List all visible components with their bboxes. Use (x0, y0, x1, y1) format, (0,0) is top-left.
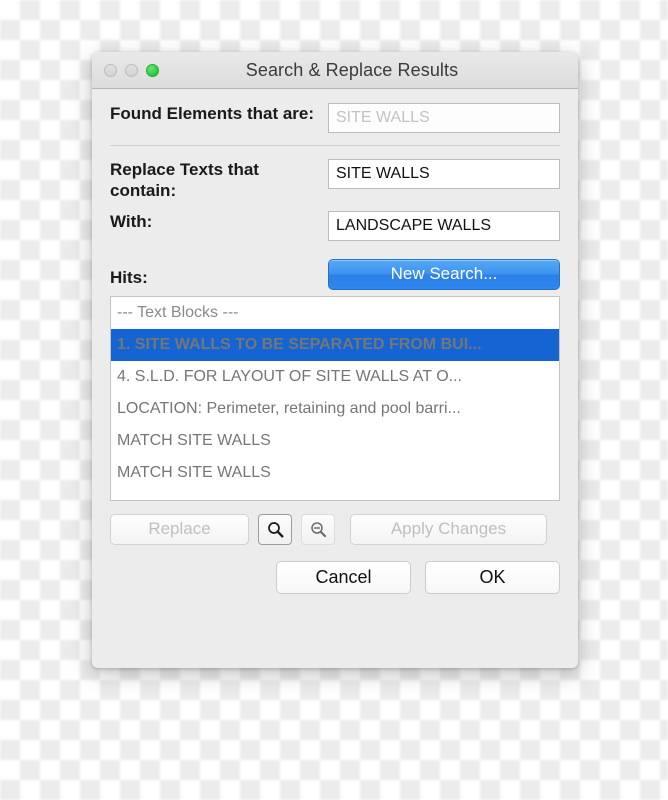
zoom-button-icon[interactable] (146, 63, 159, 77)
footer-button-bar: Cancel OK (110, 560, 560, 594)
found-elements-label: Found Elements that are: (110, 104, 315, 123)
window-title: Search & Replace Results (92, 60, 578, 81)
found-elements-input[interactable] (328, 103, 560, 133)
hits-list-header: --- Text Blocks --- (117, 303, 239, 321)
window-titlebar: Search & Replace Results (92, 52, 578, 89)
with-input[interactable] (328, 210, 560, 241)
field-spacer (110, 202, 560, 211)
window-title-text: Search & Replace Results (245, 59, 459, 80)
zoom-in-button[interactable] (258, 513, 292, 545)
found-elements-row: Found Elements that are: (110, 103, 560, 133)
with-label: With: (110, 211, 153, 231)
dialog-body: Found Elements that are: Replace Texts t… (92, 89, 578, 668)
hits-list-item[interactable]: MATCH SITE WALLS (111, 457, 559, 489)
replace-texts-input[interactable] (328, 159, 560, 189)
magnifier-icon (267, 521, 284, 538)
hits-list-item[interactable]: MATCH SITE WALLS (111, 425, 559, 457)
action-bar: Replace Apply Changes (110, 513, 560, 545)
apply-changes-button[interactable]: Apply Changes (350, 513, 547, 545)
new-search-button[interactable]: New Search... (328, 258, 560, 290)
replace-texts-row: Replace Texts that contain: (110, 159, 560, 202)
hits-list-item[interactable]: LOCATION: Perimeter, retaining and pool … (111, 393, 559, 425)
close-button-icon[interactable] (104, 63, 117, 77)
cancel-button[interactable]: Cancel (276, 560, 411, 594)
hits-list-item[interactable]: 4. S.L.D. FOR LAYOUT OF SITE WALLS AT O.… (111, 361, 559, 393)
magnifier-minus-icon (310, 521, 326, 537)
with-row: With: (110, 210, 560, 241)
section-divider (110, 145, 560, 146)
ok-button[interactable]: OK (425, 560, 560, 594)
replace-button[interactable]: Replace (110, 513, 249, 545)
replace-texts-label: Replace Texts that contain: (110, 160, 259, 201)
hits-list[interactable]: --- Text Blocks --- 1. SITE WALLS TO BE S… (110, 295, 560, 501)
minimize-button-icon[interactable] (125, 63, 138, 77)
window-controls (92, 63, 159, 77)
zoom-out-button[interactable] (301, 513, 335, 545)
hits-list-item[interactable]: 1. SITE WALLS TO BE SEPARATED FROM BUI..… (111, 328, 559, 361)
search-replace-results-dialog: Search & Replace Results Found Elements … (92, 52, 578, 668)
